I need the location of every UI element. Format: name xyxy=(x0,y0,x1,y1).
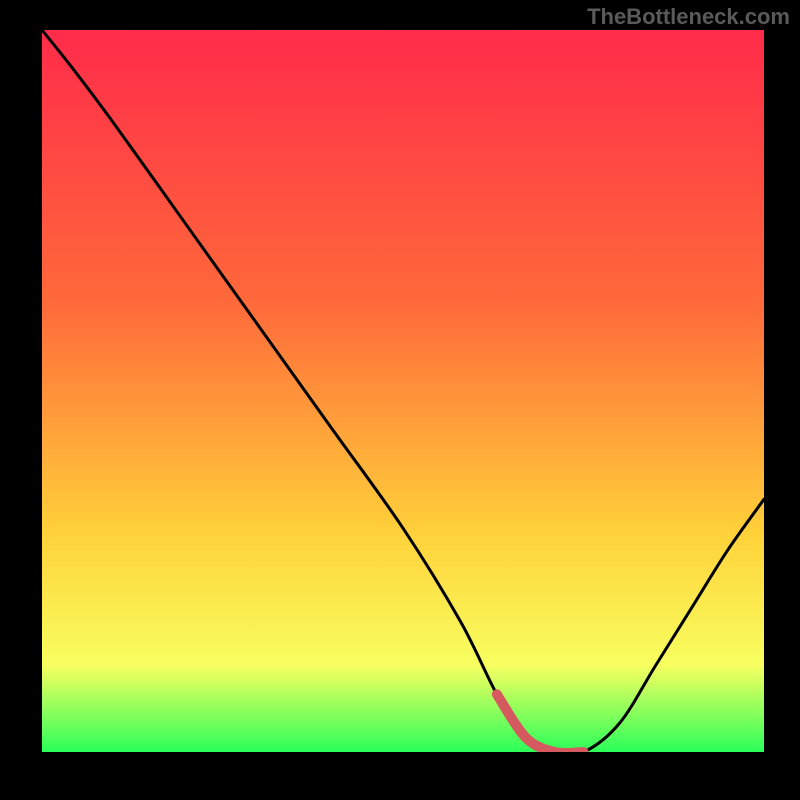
watermark-text: TheBottleneck.com xyxy=(587,4,790,30)
plot-area xyxy=(42,30,764,752)
chart-svg xyxy=(42,30,764,752)
gradient-background xyxy=(42,30,764,752)
chart-container: TheBottleneck.com xyxy=(0,0,800,800)
